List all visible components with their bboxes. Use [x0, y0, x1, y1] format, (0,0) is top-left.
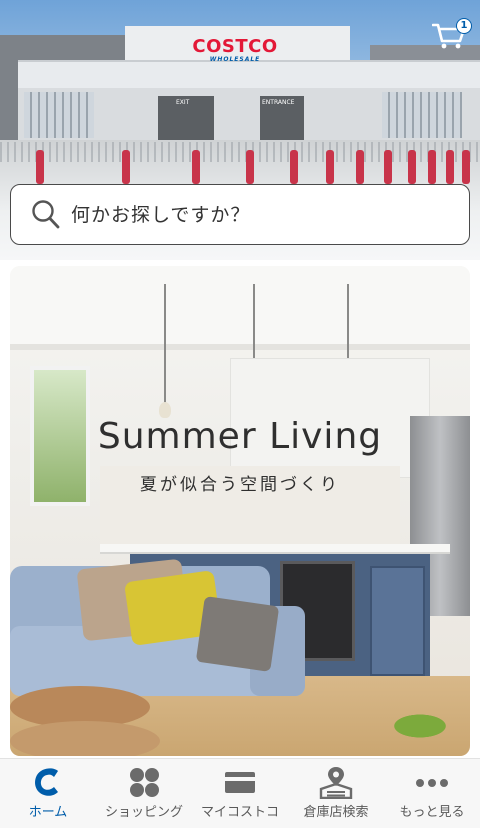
banner-plant	[375, 706, 465, 746]
grid-icon	[130, 768, 159, 797]
cart-badge: 1	[456, 18, 472, 34]
hero-roof	[18, 60, 480, 90]
hero-bollard	[246, 150, 254, 184]
hero-entrance-label: ENTRANCE	[262, 99, 295, 106]
tab-warehouse-locator[interactable]: 倉庫店検索	[288, 759, 384, 828]
search-input[interactable]	[71, 197, 451, 233]
warehouse-location-icon	[319, 767, 353, 799]
pendant-light	[164, 284, 166, 404]
hero-bollard	[428, 150, 436, 184]
banner-title: Summer Living	[97, 416, 383, 457]
costco-logo-word: COSTCO	[192, 36, 278, 57]
costco-logo-subtext: WHOLESALE	[209, 56, 261, 63]
bottom-tab-bar: ホーム ショッピング マイコストコ 倉庫店検索 もっと見る	[0, 758, 480, 828]
hero-bollard	[446, 150, 454, 184]
banner-counter	[100, 544, 450, 554]
promo-banner[interactable]: Summer Living 夏が似合う空間づくり	[10, 266, 470, 756]
banner-ceiling	[10, 266, 470, 346]
hero-bollard	[462, 150, 470, 184]
banner-beam	[10, 344, 470, 350]
search-bar[interactable]	[10, 184, 470, 245]
banner-island-door	[370, 566, 425, 676]
cart-button[interactable]: 1	[432, 14, 472, 54]
hero-bollard	[192, 150, 200, 184]
hero-bollard	[408, 150, 416, 184]
hero-exit-label: EXIT	[176, 99, 190, 106]
tab-my-costco[interactable]: マイコストコ	[192, 759, 288, 828]
banner-blanket	[195, 596, 280, 672]
hero-bollard	[326, 150, 334, 184]
costco-c-icon	[35, 768, 58, 796]
membership-card-icon	[225, 772, 255, 793]
hero-bollard	[122, 150, 130, 184]
hero-window	[382, 92, 462, 138]
hero-window	[24, 92, 94, 138]
tab-more[interactable]: もっと見る	[384, 759, 480, 828]
costco-logo: COSTCO WHOLESALE	[190, 36, 280, 64]
tab-shopping[interactable]: ショッピング	[96, 759, 192, 828]
search-icon	[32, 200, 60, 229]
banner-subtitle: 夏が似合う空間づくり	[140, 475, 340, 495]
tab-home[interactable]: ホーム	[0, 759, 96, 828]
hero-bollard	[384, 150, 392, 184]
tab-more-label: もっと見る	[399, 805, 465, 820]
hero-bollard	[356, 150, 364, 184]
more-dots-icon	[416, 779, 448, 787]
hero-bollard	[36, 150, 44, 184]
hero-bollard	[290, 150, 298, 184]
banner-side-table	[10, 721, 160, 756]
